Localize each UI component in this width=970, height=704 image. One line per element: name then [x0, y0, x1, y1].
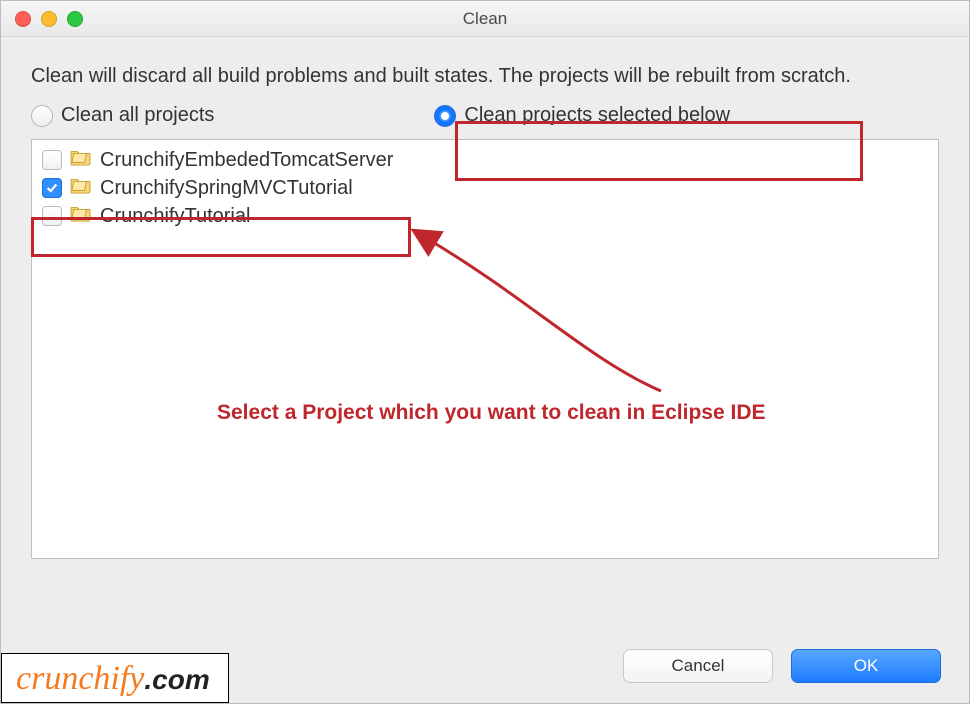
- checkbox[interactable]: [42, 206, 62, 226]
- watermark-part2: .com: [144, 664, 209, 696]
- project-name: CrunchifyEmbededTomcatServer: [100, 149, 393, 172]
- watermark-logo: crunchify .com: [1, 653, 229, 703]
- radio-icon: [31, 105, 53, 127]
- dialog-content: Clean will discard all build problems an…: [1, 37, 969, 569]
- dialog-buttons: Cancel OK: [623, 649, 941, 683]
- folder-icon: [70, 176, 92, 200]
- dialog-window: Clean Clean will discard all build probl…: [0, 0, 970, 704]
- radio-group: Clean all projects Clean projects select…: [31, 104, 939, 127]
- window-title: Clean: [1, 9, 969, 29]
- radio-clean-all[interactable]: Clean all projects: [31, 104, 214, 127]
- radio-clean-selected[interactable]: Clean projects selected below: [434, 104, 730, 127]
- ok-button[interactable]: OK: [791, 649, 941, 683]
- project-name: CrunchifySpringMVCTutorial: [100, 177, 353, 200]
- radio-icon: [434, 105, 456, 127]
- list-item[interactable]: CrunchifyEmbededTomcatServer: [32, 146, 938, 174]
- folder-icon: [70, 204, 92, 228]
- checkbox[interactable]: [42, 150, 62, 170]
- folder-icon: [70, 148, 92, 172]
- watermark-part1: crunchify: [16, 660, 144, 698]
- radio-clean-all-label: Clean all projects: [61, 104, 214, 127]
- project-name: CrunchifyTutorial: [100, 205, 250, 228]
- titlebar: Clean: [1, 1, 969, 37]
- project-list[interactable]: CrunchifyEmbededTomcatServer CrunchifySp…: [31, 139, 939, 559]
- checkbox[interactable]: [42, 178, 62, 198]
- radio-clean-selected-label: Clean projects selected below: [464, 104, 730, 127]
- list-item[interactable]: CrunchifySpringMVCTutorial: [32, 174, 938, 202]
- list-item[interactable]: CrunchifyTutorial: [32, 202, 938, 230]
- cancel-button[interactable]: Cancel: [623, 649, 773, 683]
- description-text: Clean will discard all build problems an…: [31, 63, 939, 90]
